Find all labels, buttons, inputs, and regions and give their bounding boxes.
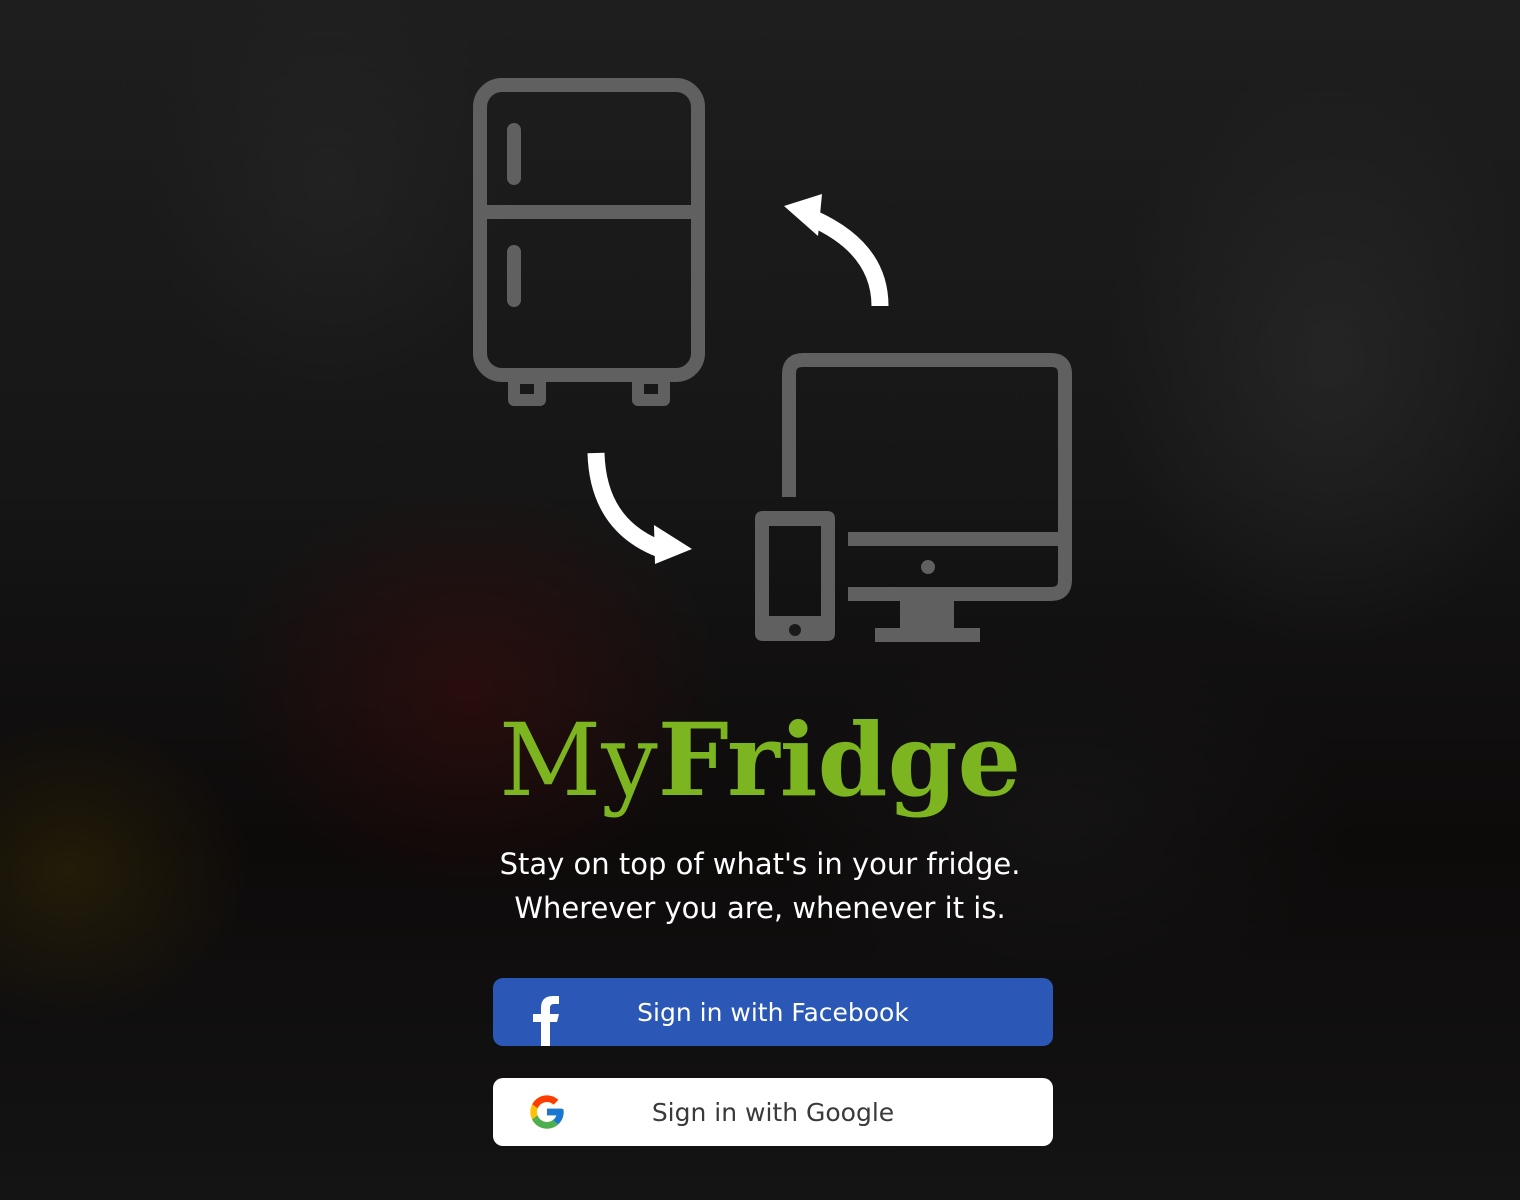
fridge-icon xyxy=(473,78,705,406)
sync-arrow-icon xyxy=(784,194,889,307)
hero-illustration xyxy=(473,78,1072,642)
tagline-line-2: Wherever you are, whenever it is. xyxy=(514,891,1006,925)
facebook-signin-label: Sign in with Facebook xyxy=(637,997,909,1027)
logo-text-fridge: Fridge xyxy=(657,701,1022,819)
google-signin-label: Sign in with Google xyxy=(651,1097,895,1127)
google-icon xyxy=(530,1095,564,1129)
smartphone-icon xyxy=(755,511,835,641)
facebook-signin-button[interactable]: Sign in with Facebook xyxy=(493,978,1053,1046)
facebook-icon xyxy=(533,996,559,1046)
tagline-line-1: Stay on top of what's in your fridge. xyxy=(499,847,1021,881)
logo-text-my: My xyxy=(498,702,658,819)
google-signin-button[interactable]: Sign in with Google xyxy=(493,1078,1053,1146)
sync-arrow-icon xyxy=(587,452,692,564)
app-logo: MyFridge xyxy=(0,700,1520,821)
